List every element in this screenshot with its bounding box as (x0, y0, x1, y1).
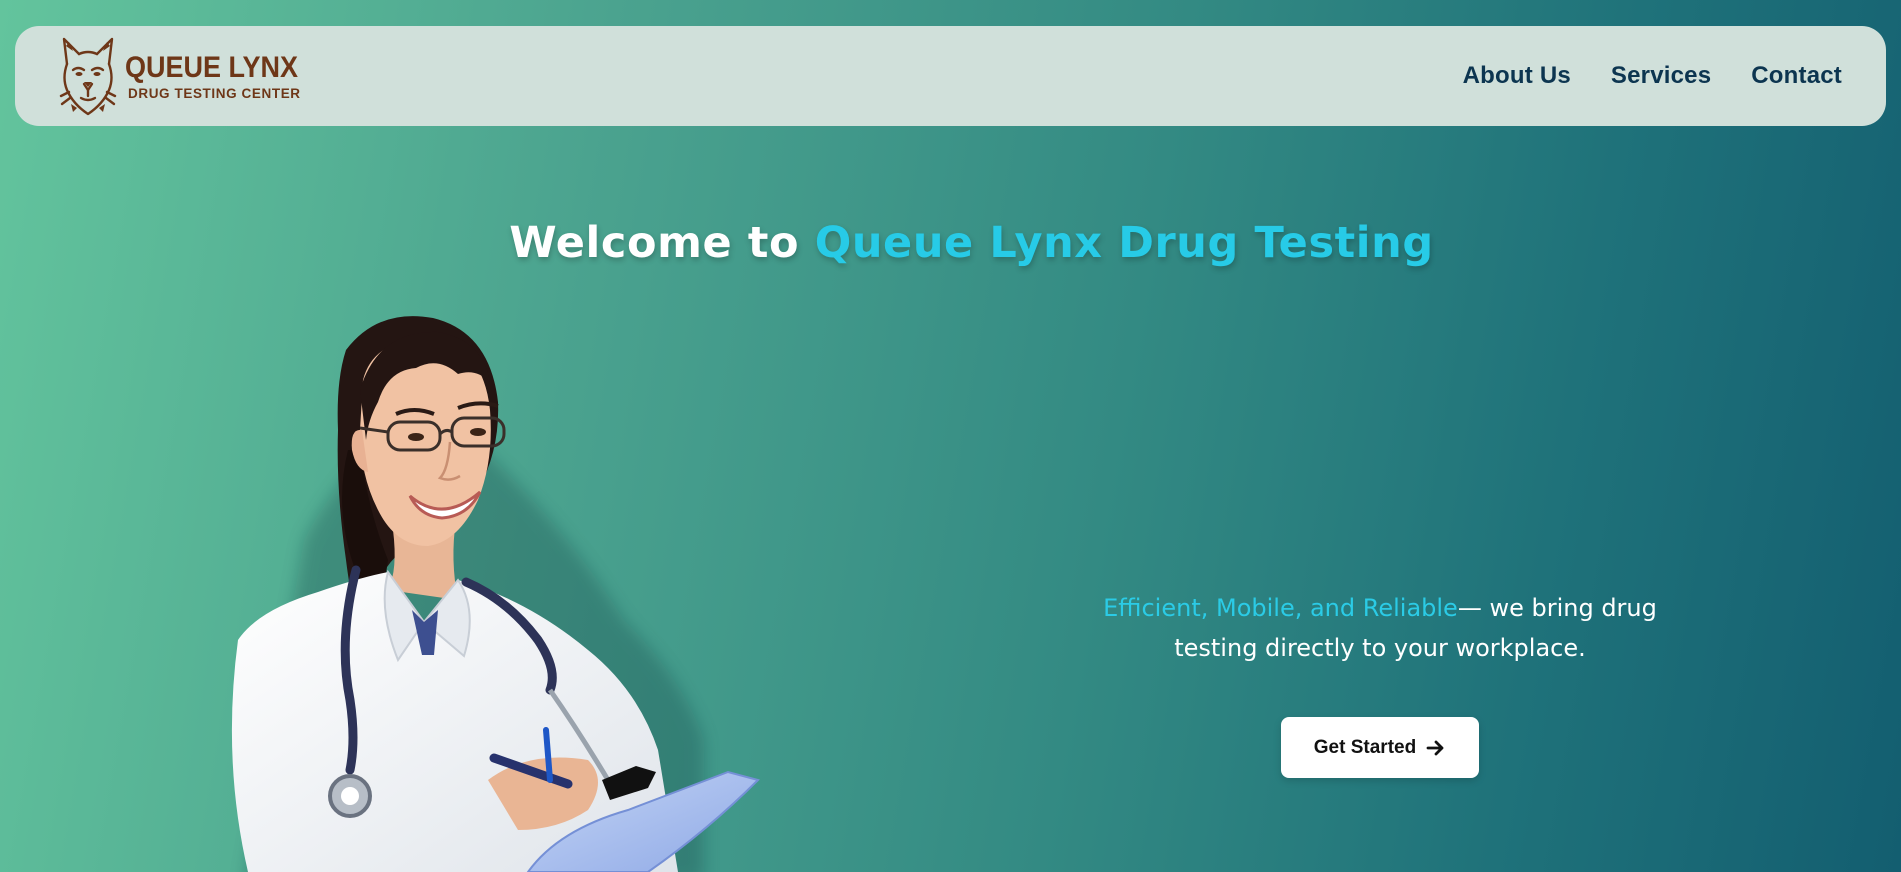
nav-link-services[interactable]: Services (1611, 62, 1711, 90)
hero-title-highlight: Queue Lynx Drug Testing (814, 218, 1434, 268)
get-started-label: Get Started (1313, 736, 1417, 758)
arrow-right-icon (1426, 740, 1444, 755)
hero-title: Welcome to Queue Lynx Drug Testing (0, 218, 1901, 268)
hero-title-prefix: Welcome to (509, 218, 815, 268)
doctor-illustration (231, 316, 760, 872)
brand-name: QUEUE LYNX (125, 50, 299, 84)
brand-logo[interactable]: QUEUE LYNX DRUG TESTING CENTER (59, 36, 317, 116)
brand-subtitle: DRUG TESTING CENTER (128, 85, 301, 101)
lynx-logo-icon (59, 37, 117, 116)
nav-links: About Us Services Contact (1463, 26, 1842, 126)
get-started-button[interactable]: Get Started (1281, 717, 1479, 778)
brand-text: QUEUE LYNX DRUG TESTING CENTER (125, 50, 317, 101)
nav-link-contact[interactable]: Contact (1751, 62, 1842, 90)
nav-link-about-us[interactable]: About Us (1463, 62, 1571, 90)
tagline-highlight: Efficient, Mobile, and Reliable (1103, 594, 1458, 622)
navbar: QUEUE LYNX DRUG TESTING CENTER About Us … (15, 26, 1886, 126)
hero-tagline: Efficient, Mobile, and Reliable— we brin… (1080, 588, 1680, 668)
